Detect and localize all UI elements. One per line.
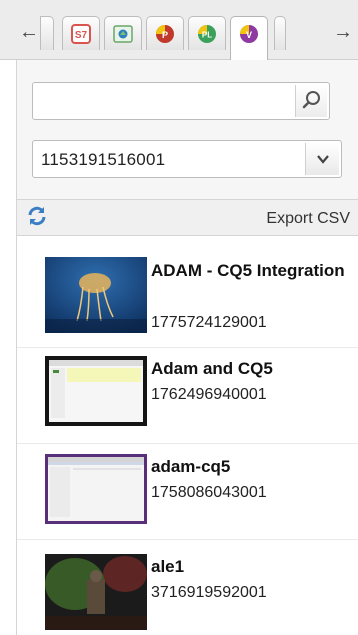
tab-s7[interactable]: S7 (62, 16, 100, 50)
video-results-list: ADAM - CQ5 Integration 1775724129001 Ada… (16, 236, 358, 635)
list-item[interactable]: Adam and CQ5 1762496940001 (17, 348, 358, 444)
video-id: 1762496940001 (151, 386, 267, 403)
tab-video[interactable]: V (230, 16, 268, 61)
video-thumbnail[interactable] (45, 257, 147, 333)
tab-s7-label: S7 (75, 30, 88, 41)
tab-image[interactable] (104, 16, 142, 50)
search-icon (302, 91, 320, 109)
search-field (32, 82, 330, 120)
pl-icon: PL (198, 25, 216, 43)
search-panel: 1153191516001 (16, 60, 358, 200)
list-item[interactable]: adam-cq5 1758086043001 (17, 444, 358, 540)
tab-product-label: P (162, 30, 168, 40)
concert-thumbnail-image (45, 554, 147, 630)
product-icon: P (156, 25, 174, 43)
video-icon: V (240, 25, 258, 43)
tab-partial-right[interactable] (274, 16, 286, 50)
select-dropdown-button[interactable] (305, 143, 339, 175)
list-item[interactable]: ADAM - CQ5 Integration 1775724129001 (17, 236, 358, 348)
tab-video-label: V (246, 30, 252, 40)
video-id: 1758086043001 (151, 484, 267, 501)
s7-icon: S7 (71, 24, 91, 44)
list-item[interactable]: ale1 3716919592001 (17, 540, 358, 635)
chevron-down-icon (317, 155, 329, 164)
tab-pl[interactable]: PL (188, 16, 226, 50)
search-button[interactable] (295, 85, 327, 117)
video-title[interactable]: Adam and CQ5 (151, 358, 351, 380)
video-thumbnail[interactable] (45, 356, 147, 426)
video-thumbnail[interactable] (45, 554, 147, 630)
video-title[interactable]: adam-cq5 (151, 456, 351, 478)
video-title[interactable]: ADAM - CQ5 Integration (151, 260, 351, 282)
image-icon (113, 25, 133, 43)
export-csv-button[interactable]: Export CSV (266, 210, 350, 228)
content-finder-tabs: ← S7 P PL V → (0, 0, 358, 61)
screen-yellow-thumbnail-image (45, 356, 147, 426)
video-title[interactable]: ale1 (151, 556, 351, 578)
jellyfish-thumbnail-image (45, 257, 147, 333)
video-id: 3716919592001 (151, 584, 267, 601)
account-select[interactable]: 1153191516001 (32, 140, 342, 178)
video-id: 1775724129001 (151, 314, 267, 331)
tab-partial[interactable] (40, 16, 54, 50)
refresh-icon[interactable] (25, 204, 49, 228)
video-thumbnail[interactable] (45, 454, 147, 524)
account-select-value: 1153191516001 (41, 150, 166, 169)
results-toolbar: Export CSV (16, 200, 358, 236)
scroll-tabs-right-icon[interactable]: → (332, 17, 354, 47)
scroll-tabs-left-icon[interactable]: ← (18, 17, 40, 47)
tab-pl-label: PL (202, 31, 212, 40)
tab-product[interactable]: P (146, 16, 184, 50)
search-input[interactable] (37, 87, 291, 115)
screen-purple-thumbnail-image (45, 454, 147, 524)
